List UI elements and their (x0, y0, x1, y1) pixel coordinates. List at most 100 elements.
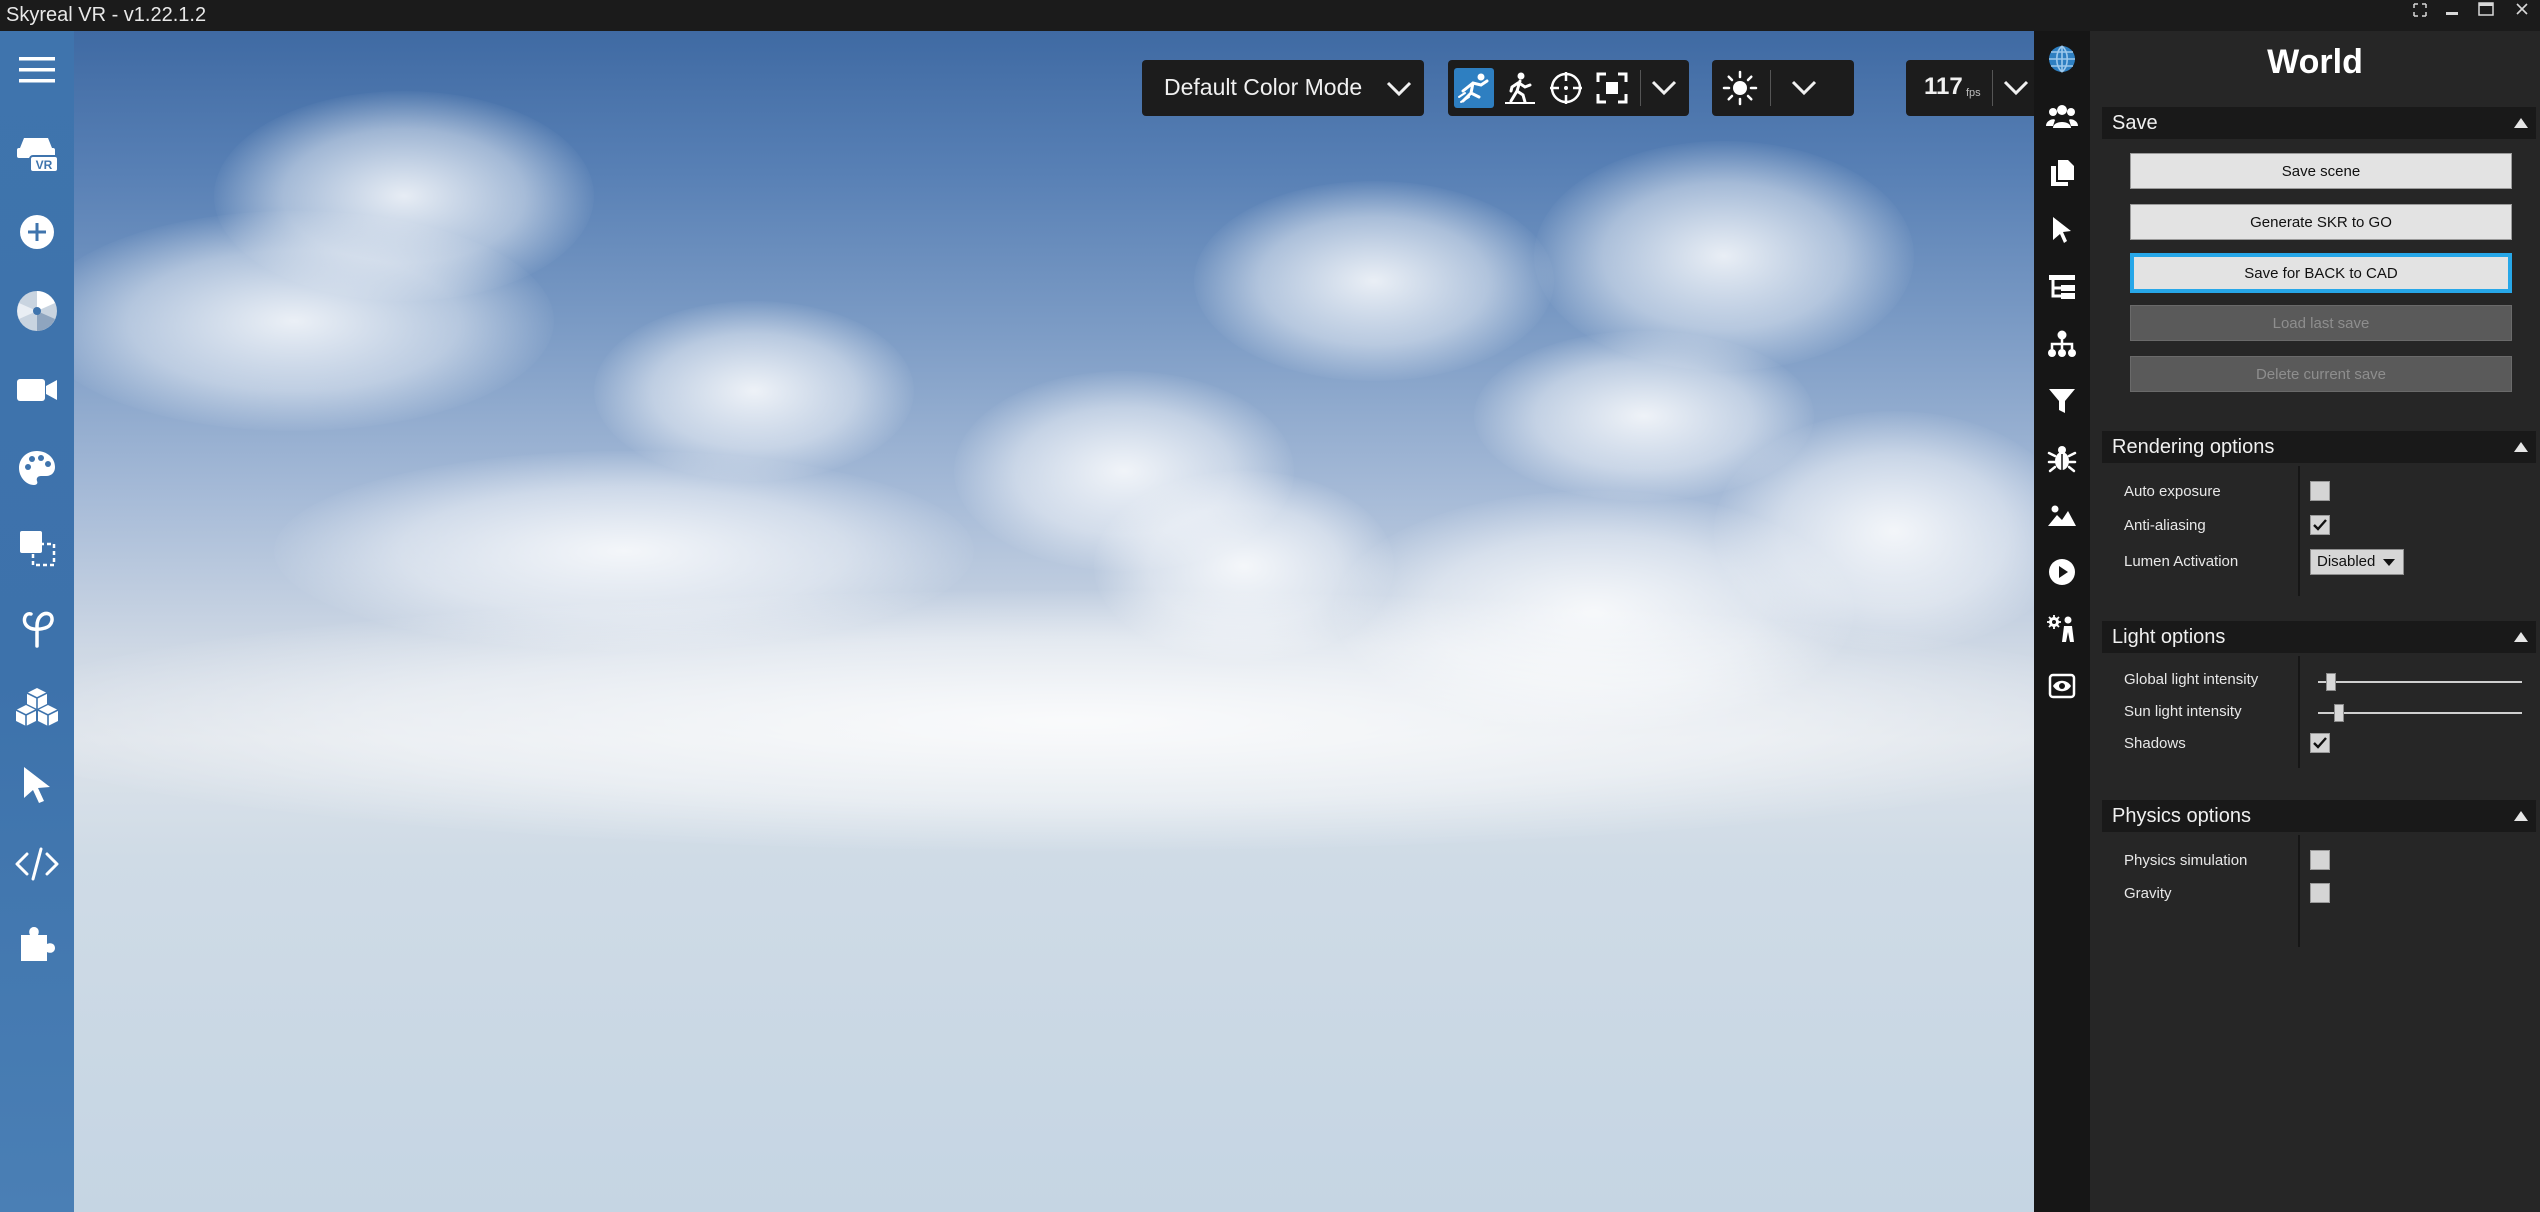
scripting-button[interactable] (9, 836, 65, 892)
collapse-triangle-icon (2514, 442, 2528, 452)
gravity-label: Gravity (2124, 885, 2172, 902)
color-mode-dropdown[interactable]: Default Color Mode (1142, 60, 1424, 116)
save-section-title: Save (2112, 112, 2158, 134)
avatar-tab[interactable] (2046, 613, 2078, 645)
hierarchy-tree-icon (2049, 275, 2075, 299)
save-scene-button[interactable]: Save scene (2130, 153, 2512, 189)
selection-region-button[interactable] (9, 520, 65, 576)
crosshair-target-icon (1550, 72, 1582, 104)
delete-current-save-button: Delete current save (2130, 356, 2512, 392)
left-toolbar: VR (0, 31, 74, 1212)
navigation-options-dropdown[interactable] (1644, 68, 1684, 108)
slider-thumb[interactable] (2334, 704, 2344, 722)
vr-mode-button[interactable]: VR (9, 125, 65, 181)
add-circle-icon (20, 215, 54, 249)
assets-button[interactable] (9, 678, 65, 734)
video-camera-icon (17, 379, 57, 401)
auto-exposure-checkbox[interactable] (2310, 481, 2330, 501)
camera-button[interactable] (9, 362, 65, 418)
slider-track (2318, 712, 2522, 714)
debug-tab[interactable] (2046, 442, 2078, 474)
code-icon (15, 847, 59, 881)
gravity-checkbox[interactable] (2310, 883, 2330, 903)
sun-light-intensity-slider[interactable] (2318, 703, 2522, 723)
lighting-group (1712, 60, 1854, 116)
phi-tool-button[interactable] (9, 599, 65, 655)
auto-exposure-label: Auto exposure (2124, 483, 2221, 500)
fly-mode-icon (1458, 73, 1489, 103)
view-tab[interactable] (2046, 670, 2078, 702)
checkmark-icon (2313, 519, 2327, 531)
checkmark-icon (2313, 737, 2327, 749)
add-button[interactable] (9, 204, 65, 260)
animation-tab[interactable] (2046, 556, 2078, 588)
globe-icon (2049, 45, 2075, 73)
structure-tab[interactable] (2046, 328, 2078, 360)
lighting-options-dropdown[interactable] (1784, 68, 1824, 108)
fps-options-dropdown[interactable] (1996, 68, 2034, 108)
copy-files-icon (2051, 160, 2074, 186)
column-divider (2298, 466, 2300, 596)
collapse-triangle-icon (2514, 632, 2528, 642)
minimize-button[interactable] (2436, 0, 2468, 20)
landscape-image-icon (2048, 505, 2076, 526)
sun-icon (1722, 70, 1758, 106)
maximize-button[interactable] (2470, 0, 2502, 20)
save-section-header[interactable]: Save (2102, 107, 2536, 139)
materials-button[interactable] (9, 283, 65, 339)
slider-thumb[interactable] (2326, 673, 2336, 691)
palette-button[interactable] (9, 441, 65, 497)
physics-section-header[interactable]: Physics options (2102, 800, 2536, 832)
anti-aliasing-label: Anti-aliasing (2124, 517, 2206, 534)
pointer-icon (2053, 217, 2071, 243)
focus-mode-button[interactable] (1592, 68, 1632, 108)
sun-light-intensity-label: Sun light intensity (2124, 703, 2242, 720)
rendering-section-header[interactable]: Rendering options (2102, 431, 2536, 463)
files-tab[interactable] (2046, 157, 2078, 189)
filter-icon (2049, 389, 2075, 413)
world-tab[interactable] (2046, 43, 2078, 75)
divider (1770, 70, 1771, 106)
divider (1640, 70, 1641, 106)
menu-button[interactable] (9, 42, 65, 98)
lighting-button[interactable] (1720, 68, 1760, 108)
vr-headset-car-icon: VR (17, 138, 59, 173)
color-mode-value: Default Color Mode (1164, 74, 1363, 100)
fly-mode-button[interactable] (1454, 68, 1494, 108)
plugins-button[interactable] (9, 915, 65, 971)
slider-track (2318, 681, 2522, 683)
walk-mode-button[interactable] (1500, 68, 1540, 108)
org-chart-icon (2048, 330, 2076, 357)
navigation-mode-group (1448, 60, 1689, 116)
select-tool-button[interactable] (9, 757, 65, 813)
light-section-header[interactable]: Light options (2102, 621, 2536, 653)
play-circle-icon (2049, 559, 2075, 585)
restore-window-button[interactable] (2404, 0, 2436, 20)
global-light-intensity-slider[interactable] (2318, 672, 2522, 692)
lumen-activation-dropdown[interactable]: Disabled (2310, 549, 2404, 575)
filter-tab[interactable] (2046, 385, 2078, 417)
chevron-down-icon (1791, 80, 1817, 96)
minimize-icon (2446, 12, 2458, 15)
3d-viewport[interactable]: Default Color Mode 117 fps (74, 31, 2034, 1212)
anti-aliasing-checkbox[interactable] (2310, 515, 2330, 535)
scene-tree-tab[interactable] (2046, 271, 2078, 303)
users-tab[interactable] (2046, 100, 2078, 132)
save-back-to-cad-button[interactable]: Save for BACK to CAD (2130, 253, 2512, 293)
cursor-arrow-icon (24, 767, 50, 803)
target-mode-button[interactable] (1546, 68, 1586, 108)
shadows-checkbox[interactable] (2310, 733, 2330, 753)
column-divider (2298, 656, 2300, 768)
hamburger-menu-icon (19, 57, 55, 83)
divider (1992, 70, 1993, 106)
generate-skr-button[interactable]: Generate SKR to GO (2130, 204, 2512, 240)
users-icon (2046, 105, 2078, 128)
environment-tab[interactable] (2046, 499, 2078, 531)
physics-simulation-checkbox[interactable] (2310, 850, 2330, 870)
fps-unit: fps (1966, 87, 1981, 99)
close-button[interactable] (2506, 0, 2538, 20)
pointer-tab[interactable] (2046, 214, 2078, 246)
bug-icon (2047, 446, 2077, 473)
panel-title: World (2267, 43, 2363, 81)
phi-icon (22, 611, 54, 648)
